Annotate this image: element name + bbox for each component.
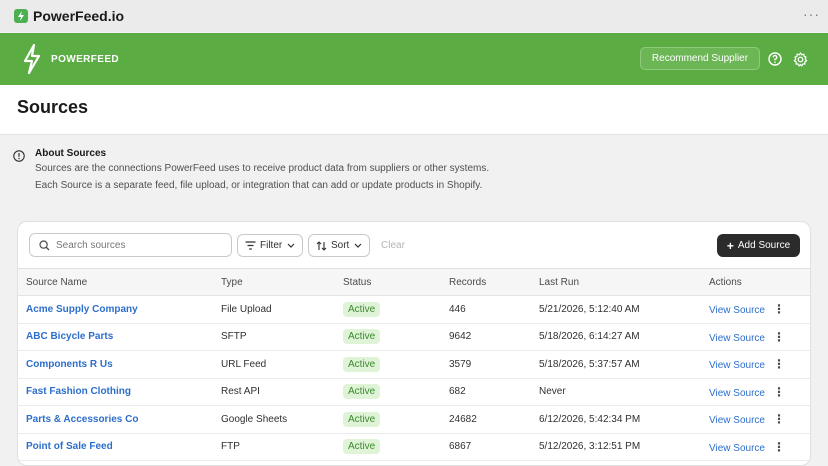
window-titlebar: PowerFeed.io ···: [0, 0, 828, 32]
view-source-link[interactable]: View Source: [709, 333, 765, 344]
search-box[interactable]: [29, 233, 232, 257]
add-source-button[interactable]: + Add Source: [717, 234, 800, 257]
table-row[interactable]: ABC Bicycle Parts SFTP Active 9642 5/18/…: [18, 323, 810, 351]
table-row[interactable]: Parts & Accessories Co Google Sheets Act…: [18, 405, 810, 434]
last-run: Never: [539, 378, 709, 406]
source-type: Google Sheets: [221, 405, 343, 434]
table-header-row: Source Name Type Status Records Last Run…: [18, 268, 810, 296]
source-type: Rest API: [221, 378, 343, 406]
last-run: 5/12/2026, 3:12:51 PM: [539, 433, 709, 461]
source-name-link[interactable]: Fast Fashion Clothing: [26, 386, 131, 397]
info-icon: [13, 150, 25, 162]
row-menu-kebab-icon[interactable]: ⋮: [773, 357, 785, 371]
view-source-link[interactable]: View Source: [709, 305, 765, 316]
sort-label: Sort: [331, 240, 350, 251]
bolt-icon: [14, 9, 28, 23]
status-badge: Active: [343, 301, 381, 317]
record-count: 6867: [449, 433, 539, 461]
settings-gear-icon[interactable]: [792, 51, 808, 67]
view-source-link[interactable]: View Source: [709, 443, 765, 454]
about-description-2: Each Source is a separate feed, file upl…: [35, 180, 483, 191]
search-input[interactable]: [56, 239, 226, 251]
source-type: SFTP: [221, 323, 343, 351]
status-badge: Active: [343, 356, 381, 372]
app-header: POWERFEED Recommend Supplier: [0, 33, 828, 85]
table-row[interactable]: Fast Fashion Clothing Rest API Active 68…: [18, 378, 810, 406]
page-title-bar: Sources: [0, 85, 828, 135]
source-type: URL Feed: [221, 350, 343, 379]
source-type: File Upload: [221, 295, 343, 324]
table-row[interactable]: Components R Us URL Feed Active 3579 5/1…: [18, 350, 810, 379]
status-badge: Active: [343, 384, 381, 400]
filter-button[interactable]: Filter: [237, 234, 304, 257]
chevron-down-icon: [287, 243, 295, 248]
view-source-link[interactable]: View Source: [709, 415, 765, 426]
row-menu-kebab-icon[interactable]: ⋮: [773, 412, 785, 426]
row-menu-kebab-icon[interactable]: ⋮: [773, 385, 785, 399]
add-source-label: Add Source: [737, 240, 791, 251]
column-header-status[interactable]: Status: [343, 268, 449, 296]
last-run: 5/18/2026, 5:37:57 AM: [539, 350, 709, 379]
last-run: 5/18/2026, 6:14:27 AM: [539, 323, 709, 351]
sort-button[interactable]: Sort: [308, 234, 371, 257]
row-menu-kebab-icon[interactable]: ⋮: [773, 440, 785, 454]
sources-table: Source Name Type Status Records Last Run…: [18, 268, 810, 461]
recommend-supplier-button[interactable]: Recommend Supplier: [640, 47, 760, 70]
column-header-type[interactable]: Type: [221, 268, 343, 296]
page-title: Sources: [17, 97, 89, 117]
view-source-link[interactable]: View Source: [709, 360, 765, 371]
source-name-link[interactable]: Point of Sale Feed: [26, 441, 113, 452]
brand-logo[interactable]: POWERFEED: [22, 44, 119, 74]
clear-filters-button[interactable]: Clear: [381, 240, 405, 251]
record-count: 9642: [449, 323, 539, 351]
sort-arrows-icon: [316, 240, 327, 251]
status-badge: Active: [343, 329, 381, 345]
status-badge: Active: [343, 439, 381, 455]
more-options-icon[interactable]: ···: [803, 6, 820, 22]
source-type: FTP: [221, 433, 343, 461]
row-menu-kebab-icon[interactable]: ⋮: [773, 330, 785, 344]
filter-lines-icon: [245, 241, 256, 250]
column-header-last-run[interactable]: Last Run: [539, 268, 709, 296]
view-source-link[interactable]: View Source: [709, 388, 765, 399]
brand-name: POWERFEED: [51, 53, 120, 65]
last-run: 5/21/2026, 5:12:40 AM: [539, 295, 709, 324]
about-title: About Sources: [35, 148, 107, 159]
search-icon: [39, 239, 50, 250]
record-count: 3579: [449, 350, 539, 379]
column-header-records[interactable]: Records: [449, 268, 539, 296]
row-menu-kebab-icon[interactable]: ⋮: [773, 302, 785, 316]
column-header-source-name[interactable]: Source Name: [18, 268, 221, 296]
record-count: 24682: [449, 405, 539, 434]
record-count: 446: [449, 295, 539, 324]
filter-label: Filter: [260, 240, 283, 251]
about-description-1: Sources are the connections PowerFeed us…: [35, 163, 490, 174]
table-row[interactable]: Point of Sale Feed FTP Active 6867 5/12/…: [18, 433, 810, 461]
lightning-logo-icon: [23, 44, 41, 74]
source-name-link[interactable]: Components R Us: [26, 359, 113, 370]
sources-card: Filter Sort Clear + Add Source Source Na…: [17, 221, 811, 466]
source-name-link[interactable]: ABC Bicycle Parts: [26, 331, 113, 342]
last-run: 6/12/2026, 5:42:34 PM: [539, 405, 709, 434]
table-row[interactable]: Acme Supply Company File Upload Active 4…: [18, 295, 810, 324]
app-title: PowerFeed.io: [33, 8, 125, 24]
chevron-down-icon: [354, 243, 362, 248]
help-icon[interactable]: [767, 51, 783, 67]
source-name-link[interactable]: Parts & Accessories Co: [26, 414, 138, 425]
plus-icon: +: [726, 238, 734, 253]
source-name-link[interactable]: Acme Supply Company: [26, 304, 138, 315]
record-count: 682: [449, 378, 539, 406]
column-header-actions: Actions: [709, 268, 810, 296]
status-badge: Active: [343, 411, 381, 427]
about-sources-banner: About Sources Sources are the connection…: [0, 136, 828, 204]
